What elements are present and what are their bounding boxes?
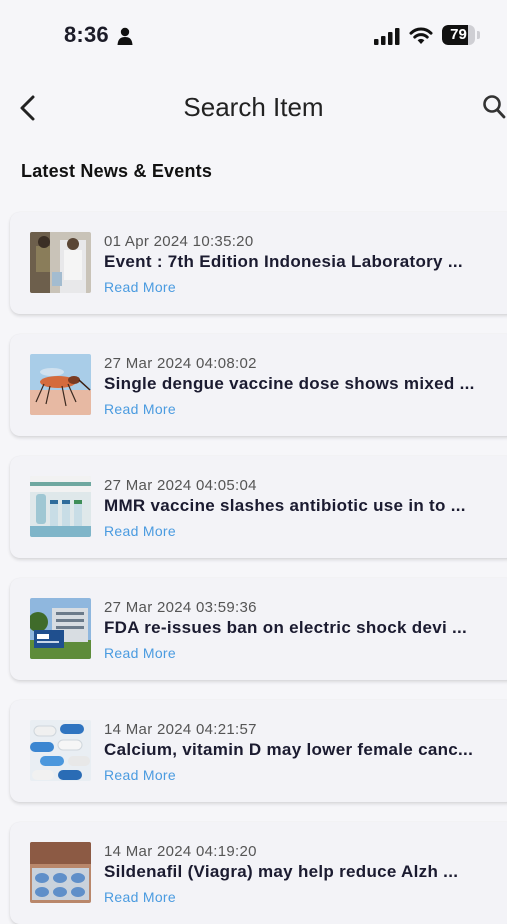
status-bar: 8:36 79 bbox=[0, 0, 507, 70]
battery-percent: 79 bbox=[450, 26, 467, 43]
news-card[interactable]: 27 Mar 2024 03:59:36 FDA re-issues ban o… bbox=[10, 578, 507, 680]
search-icon[interactable] bbox=[482, 94, 506, 120]
pills-thumbnail bbox=[30, 720, 91, 781]
read-more-link[interactable]: Read More bbox=[104, 889, 176, 905]
news-headline[interactable]: Sildenafil (Viagra) may help reduce Alzh… bbox=[104, 862, 496, 882]
news-headline[interactable]: Event : 7th Edition Indonesia Laboratory… bbox=[104, 252, 496, 272]
news-date: 14 Mar 2024 04:21:57 bbox=[104, 721, 257, 738]
news-headline[interactable]: MMR vaccine slashes antibiotic use in to… bbox=[104, 496, 496, 516]
page-title: Search Item bbox=[183, 92, 324, 122]
blister-pack-thumbnail bbox=[30, 842, 91, 903]
vaccine-vials-thumbnail bbox=[30, 476, 91, 537]
news-card[interactable]: 27 Mar 2024 04:08:02 Single dengue vacci… bbox=[10, 334, 507, 436]
battery-icon: 79 bbox=[442, 25, 480, 45]
cellular-signal-icon bbox=[374, 28, 400, 45]
fda-building-thumbnail bbox=[30, 598, 91, 659]
read-more-link[interactable]: Read More bbox=[104, 645, 176, 661]
person-icon bbox=[117, 27, 133, 45]
news-date: 27 Mar 2024 04:05:04 bbox=[104, 477, 257, 494]
news-headline[interactable]: FDA re-issues ban on electric shock devi… bbox=[104, 618, 496, 638]
status-time: 8:36 bbox=[64, 22, 109, 47]
mosquito-thumbnail bbox=[30, 354, 91, 415]
section-title: Latest News & Events bbox=[21, 161, 213, 181]
news-date: 01 Apr 2024 10:35:20 bbox=[104, 233, 254, 250]
news-card[interactable]: 14 Mar 2024 04:19:20 Sildenafil (Viagra)… bbox=[10, 822, 507, 924]
news-headline[interactable]: Calcium, vitamin D may lower female canc… bbox=[104, 740, 496, 760]
news-headline[interactable]: Single dengue vaccine dose shows mixed .… bbox=[104, 374, 496, 394]
read-more-link[interactable]: Read More bbox=[104, 523, 176, 539]
news-date: 27 Mar 2024 04:08:02 bbox=[104, 355, 257, 372]
read-more-link[interactable]: Read More bbox=[104, 279, 176, 295]
lab-event-thumbnail bbox=[30, 232, 91, 293]
news-card[interactable]: 27 Mar 2024 04:05:04 MMR vaccine slashes… bbox=[10, 456, 507, 558]
news-card[interactable]: 14 Mar 2024 04:21:57 Calcium, vitamin D … bbox=[10, 700, 507, 802]
news-card[interactable]: 01 Apr 2024 10:35:20 Event : 7th Edition… bbox=[10, 212, 507, 314]
wifi-icon bbox=[409, 27, 433, 44]
read-more-link[interactable]: Read More bbox=[104, 401, 176, 417]
read-more-link[interactable]: Read More bbox=[104, 767, 176, 783]
news-date: 27 Mar 2024 03:59:36 bbox=[104, 599, 257, 616]
news-date: 14 Mar 2024 04:19:20 bbox=[104, 843, 257, 860]
